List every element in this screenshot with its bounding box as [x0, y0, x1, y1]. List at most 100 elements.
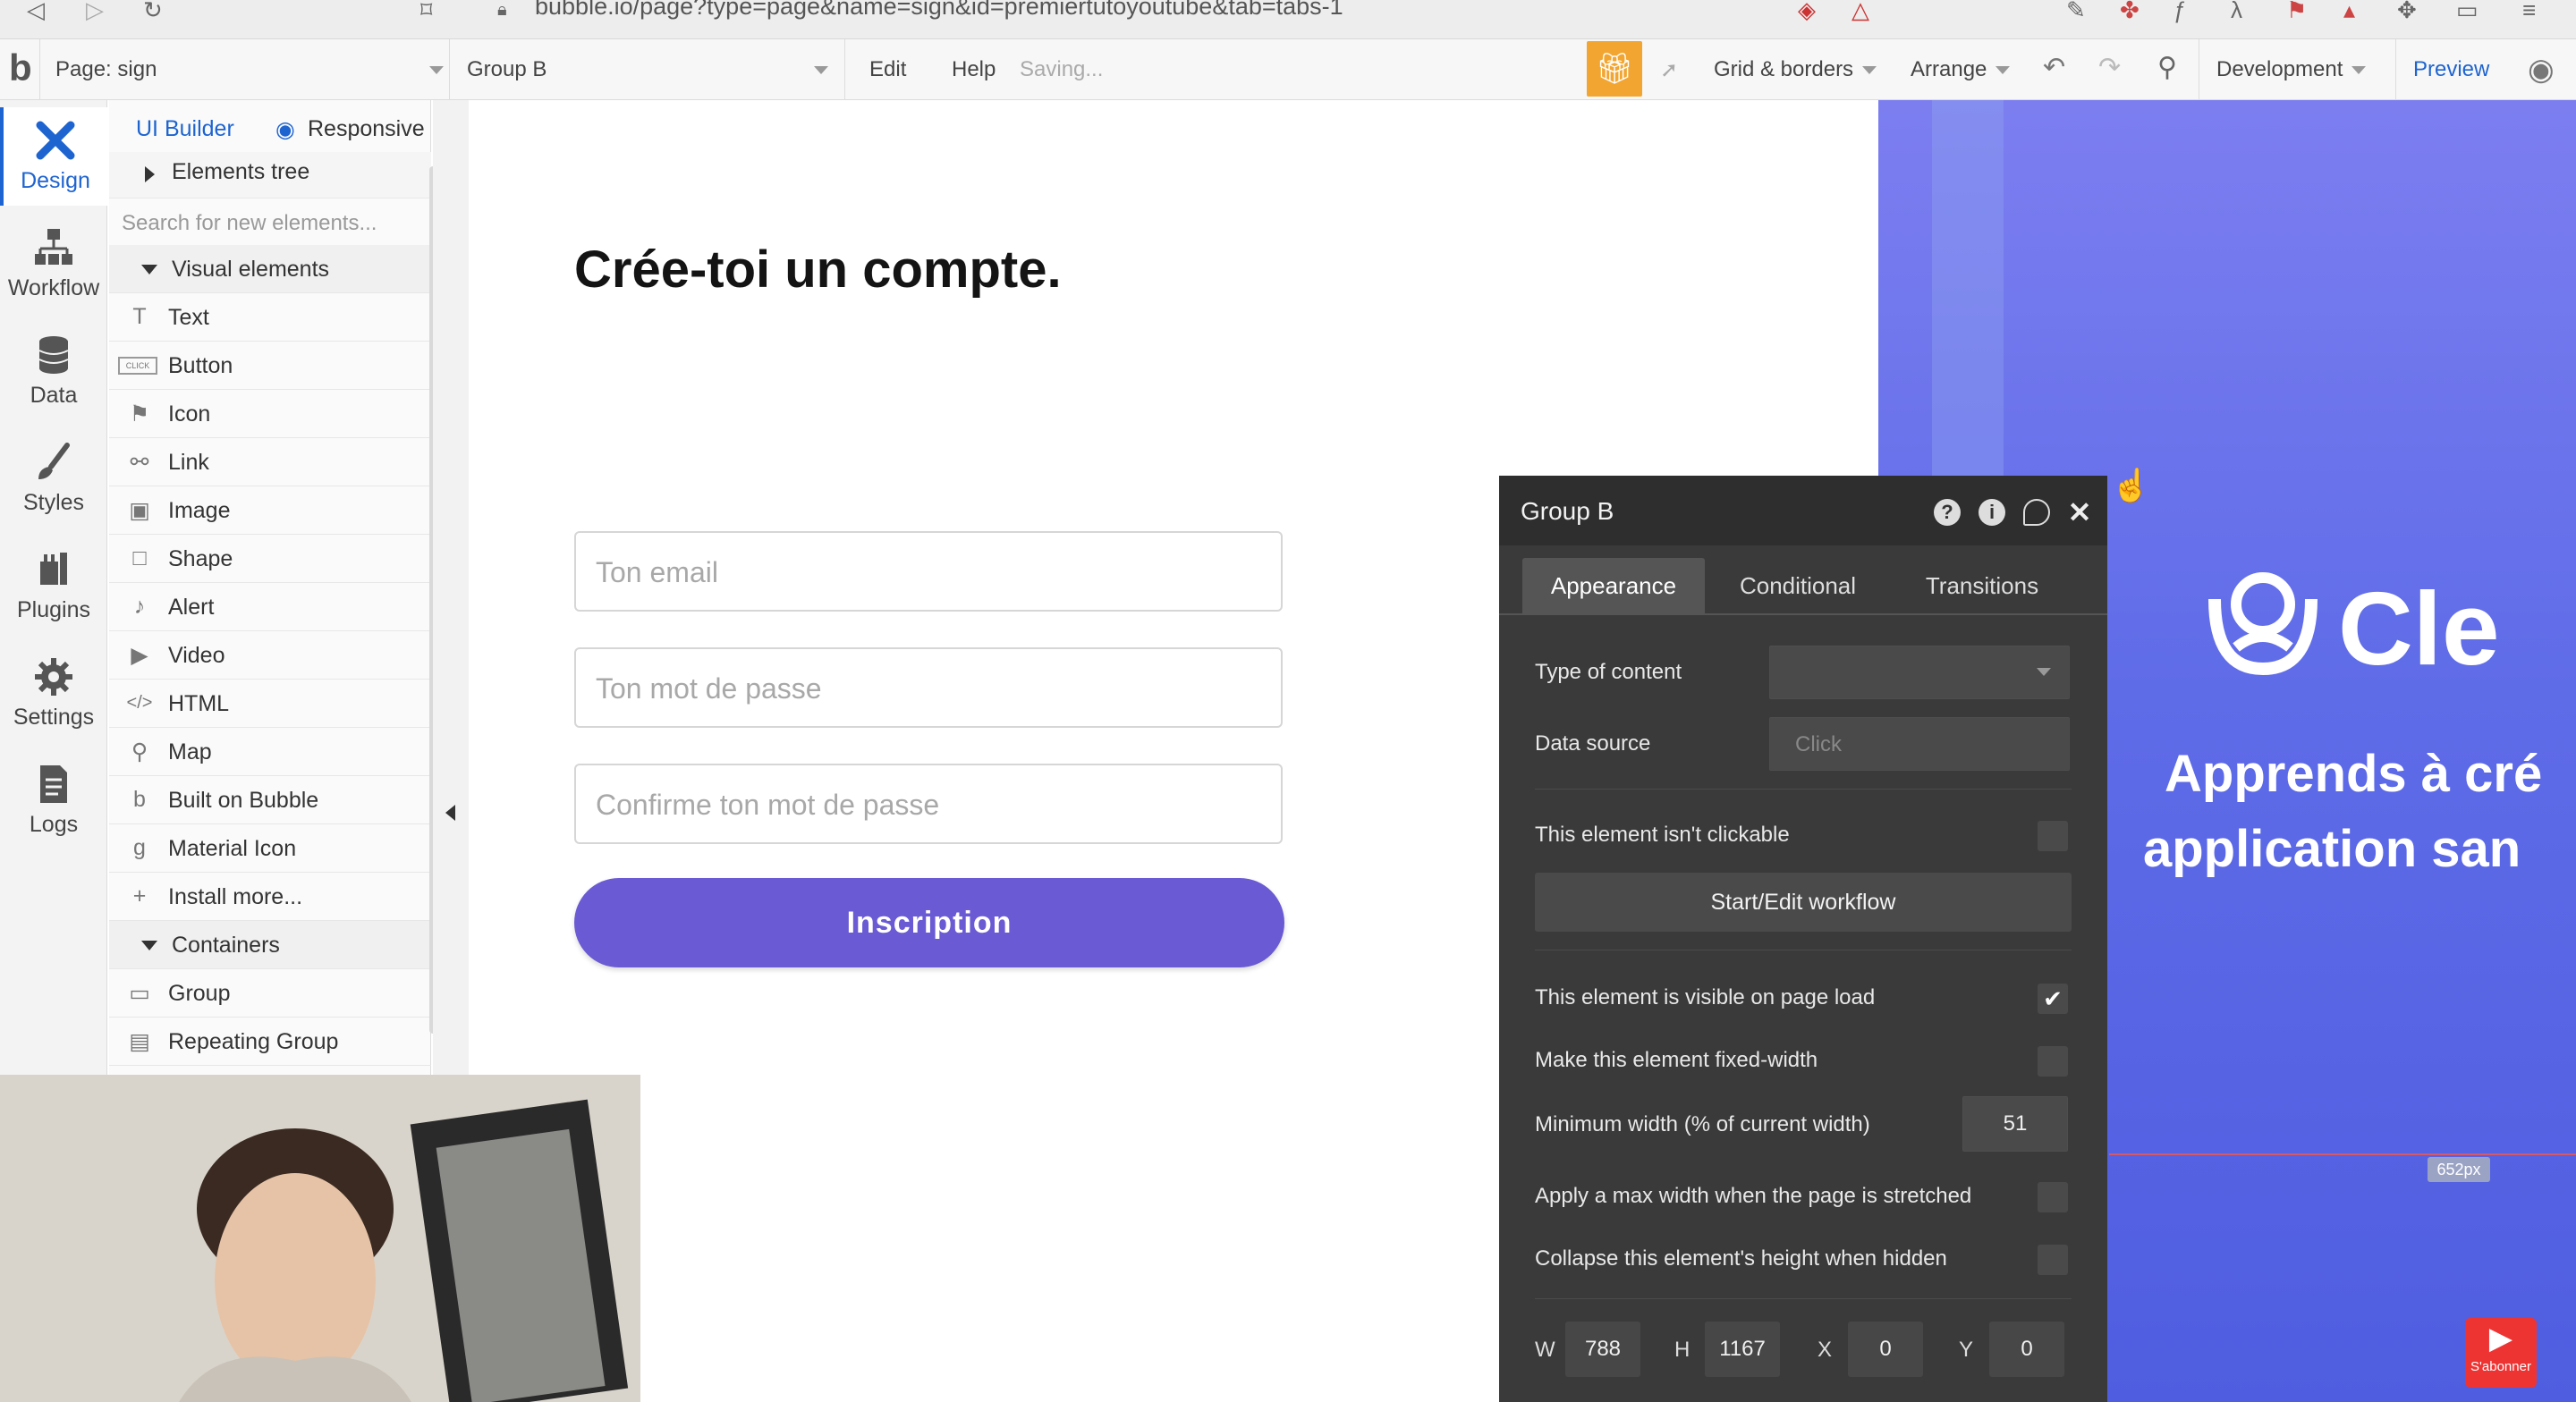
tagline-line-1: Apprends à cré [2165, 745, 2543, 803]
gift-icon[interactable]: 🎁︎ [1587, 41, 1642, 97]
youtube-subscribe[interactable]: ▶ S'abonner [2465, 1318, 2537, 1388]
sidebar-tool-logs[interactable]: Logs [0, 751, 107, 849]
element-selector[interactable]: Group B [467, 57, 547, 82]
sidebar-tool-styles[interactable]: Styles [0, 429, 107, 528]
type-of-content-dropdown[interactable] [1769, 646, 2070, 699]
element-item[interactable]: ⚯ Link [109, 438, 431, 486]
max-width-label: Apply a max width when the page is stret… [1535, 1184, 1972, 1208]
signup-button[interactable]: Inscription [574, 878, 1284, 967]
element-selector-caret-icon[interactable] [805, 57, 828, 82]
search-icon[interactable]: ⚲ [2157, 52, 2177, 83]
element-item[interactable]: ♪ Alert [109, 583, 431, 631]
password-field[interactable]: Ton mot de passe [574, 647, 1283, 728]
element-item[interactable]: ⚑ Icon [109, 390, 431, 438]
extension-function-icon[interactable]: ƒ [2174, 0, 2186, 21]
page-selector-caret-icon[interactable] [420, 57, 444, 82]
bubble-logo-icon[interactable]: b [9, 46, 32, 89]
elements-tree-toggle[interactable]: Elements tree [109, 152, 431, 198]
px-badge: 652px [2428, 1157, 2490, 1182]
tab-window-icon[interactable]: ▭ [2456, 0, 2479, 21]
comment-icon[interactable] [2023, 499, 2050, 526]
min-width-input[interactable]: 51 [1962, 1096, 2068, 1152]
preview-button[interactable]: Preview [2413, 57, 2489, 82]
y-input[interactable]: 0 [1989, 1322, 2064, 1377]
account-avatar-icon[interactable]: ◉ [2528, 52, 2555, 88]
pointer-icon[interactable]: ➚ [1660, 57, 1678, 83]
forward-icon[interactable]: ▷ [86, 0, 104, 21]
redo-icon[interactable]: ↷ [2098, 52, 2121, 83]
tab-ui-builder[interactable]: UI Builder [136, 116, 234, 142]
extension-pen-icon[interactable]: ✎ [2066, 0, 2086, 21]
confirm-placeholder: Confirme ton mot de passe [596, 789, 940, 821]
sidebar-tool-settings[interactable]: Settings [0, 644, 107, 742]
tab-transitions[interactable]: Transitions [1893, 558, 2072, 613]
sidebar-tool-design[interactable]: Design [0, 107, 107, 206]
brand-text: Cle [2338, 570, 2500, 687]
confirm-password-field[interactable]: Confirme ton mot de passe [574, 764, 1283, 844]
browser-menu-icon[interactable]: ≡ [2522, 0, 2536, 21]
extensions-puzzle-icon[interactable]: ✥ [2397, 0, 2417, 21]
back-icon[interactable]: ◁ [27, 0, 45, 21]
y-label: Y [1959, 1338, 1974, 1362]
element-item[interactable]: □ Shape [109, 535, 431, 583]
development-menu[interactable]: Development [2216, 57, 2367, 82]
workflow-icon [35, 229, 72, 265]
element-item-label: Alert [168, 595, 215, 620]
element-item[interactable]: ▭ Group [109, 969, 431, 1018]
sidebar-tool-plugins[interactable]: Plugins [0, 536, 107, 635]
tab-responsive[interactable]: Responsive [308, 116, 425, 142]
sidebar-tool-workflow[interactable]: Workflow [0, 215, 107, 313]
element-type-icon: ▭ [129, 981, 150, 1006]
help-menu[interactable]: Help [952, 57, 996, 82]
edit-menu[interactable]: Edit [869, 57, 906, 82]
brand-logo-icon [2208, 572, 2318, 676]
visible-on-load-checkbox[interactable]: ✔ [2038, 984, 2068, 1014]
sidebar-tool-data[interactable]: Data [0, 322, 107, 420]
element-item[interactable]: CLICK Button [109, 342, 431, 390]
grid-borders-menu[interactable]: Grid & borders [1714, 57, 1877, 82]
extension-warning-icon[interactable]: △ [1852, 0, 1869, 21]
extension-triangle-icon[interactable]: ▴ [2343, 0, 2355, 21]
extension-flag-icon[interactable]: ⚑ [2286, 0, 2307, 21]
max-width-checkbox[interactable] [2038, 1182, 2068, 1212]
info-icon[interactable]: i [1979, 499, 2005, 526]
element-item[interactable]: ▶ Video [109, 631, 431, 680]
bookmark-icon[interactable]: ⌑ [420, 0, 432, 21]
containers-section[interactable]: Containers [109, 921, 431, 969]
close-icon[interactable]: ✕ [2066, 498, 2093, 527]
not-clickable-checkbox[interactable] [2038, 821, 2068, 851]
undo-icon[interactable]: ↶ [2043, 52, 2065, 83]
visual-elements-section[interactable]: Visual elements [109, 245, 431, 293]
element-item[interactable]: ▤ Repeating Group [109, 1018, 431, 1066]
data-source-input[interactable]: Click [1769, 717, 2070, 771]
fixed-width-checkbox[interactable] [2038, 1046, 2068, 1077]
element-item[interactable]: + Install more... [109, 873, 431, 921]
element-item[interactable]: ▣ Image [109, 486, 431, 535]
x-label: X [1818, 1338, 1833, 1362]
element-search-input[interactable]: Search for new elements... [122, 211, 377, 236]
element-item[interactable]: T Text [109, 293, 431, 342]
extension-shield-icon[interactable]: ◈ [1798, 0, 1816, 21]
collapse-panel-icon[interactable] [445, 805, 455, 821]
email-field[interactable]: Ton email [574, 531, 1283, 612]
tab-appearance[interactable]: Appearance [1522, 558, 1705, 613]
height-input[interactable]: 1167 [1705, 1322, 1780, 1377]
element-item[interactable]: g Material Icon [109, 824, 431, 873]
x-input[interactable]: 0 [1848, 1322, 1923, 1377]
extension-puzzle-red-icon[interactable]: ✤ [2120, 0, 2140, 21]
page-selector[interactable]: Page: sign [55, 57, 157, 82]
extension-lambda-icon[interactable]: λ [2231, 0, 2242, 21]
width-input[interactable]: 788 [1565, 1322, 1640, 1377]
collapse-hidden-checkbox[interactable] [2038, 1245, 2068, 1275]
element-item[interactable]: b Built on Bubble [109, 776, 431, 824]
start-edit-workflow-button[interactable]: Start/Edit workflow [1535, 873, 2072, 932]
arrange-menu[interactable]: Arrange [1911, 57, 2011, 82]
help-icon[interactable]: ? [1934, 499, 1961, 526]
tab-conditional[interactable]: Conditional [1710, 558, 1885, 613]
element-item[interactable]: ⚲ Map [109, 728, 431, 776]
reload-icon[interactable]: ↻ [143, 0, 163, 21]
play-icon: ▶ [2488, 1322, 2513, 1356]
element-item[interactable]: </> HTML [109, 680, 431, 728]
address-bar[interactable]: bubble.io/page?type=page&name=sign&id=pr… [535, 0, 1343, 21]
element-item-label: Install more... [168, 884, 303, 909]
